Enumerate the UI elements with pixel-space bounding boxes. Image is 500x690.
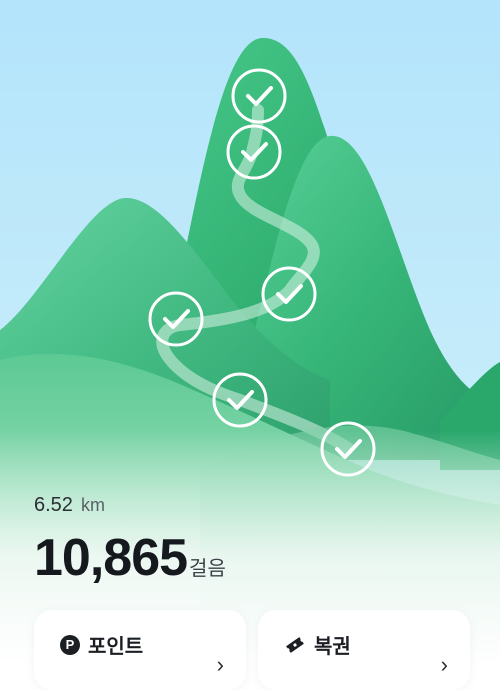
chevron-right-icon: › bbox=[216, 652, 224, 677]
ticket-icon bbox=[286, 636, 304, 653]
lottery-card[interactable]: 복권 › bbox=[258, 610, 470, 690]
points-icon: P bbox=[60, 634, 80, 655]
checkpoint-2[interactable] bbox=[226, 124, 282, 180]
checkpoint-3[interactable] bbox=[261, 266, 317, 322]
chevron-right-icon: › bbox=[440, 652, 448, 677]
checkpoint-1[interactable] bbox=[231, 68, 287, 124]
check-icon bbox=[163, 309, 190, 329]
mountain-scene bbox=[0, 0, 500, 666]
points-card[interactable]: P 포인트 › bbox=[34, 610, 246, 690]
lottery-label: 복권 bbox=[314, 636, 351, 658]
check-icon bbox=[246, 86, 273, 106]
checkpoint-4[interactable] bbox=[148, 291, 204, 347]
check-icon bbox=[335, 439, 362, 459]
checkpoint-6[interactable] bbox=[320, 421, 376, 477]
points-label: 포인트 bbox=[88, 636, 144, 658]
checkpoint-layer bbox=[148, 68, 376, 477]
checkpoint-5[interactable] bbox=[212, 372, 268, 428]
check-icon bbox=[227, 390, 254, 410]
check-icon bbox=[241, 142, 268, 162]
check-icon bbox=[276, 284, 303, 304]
